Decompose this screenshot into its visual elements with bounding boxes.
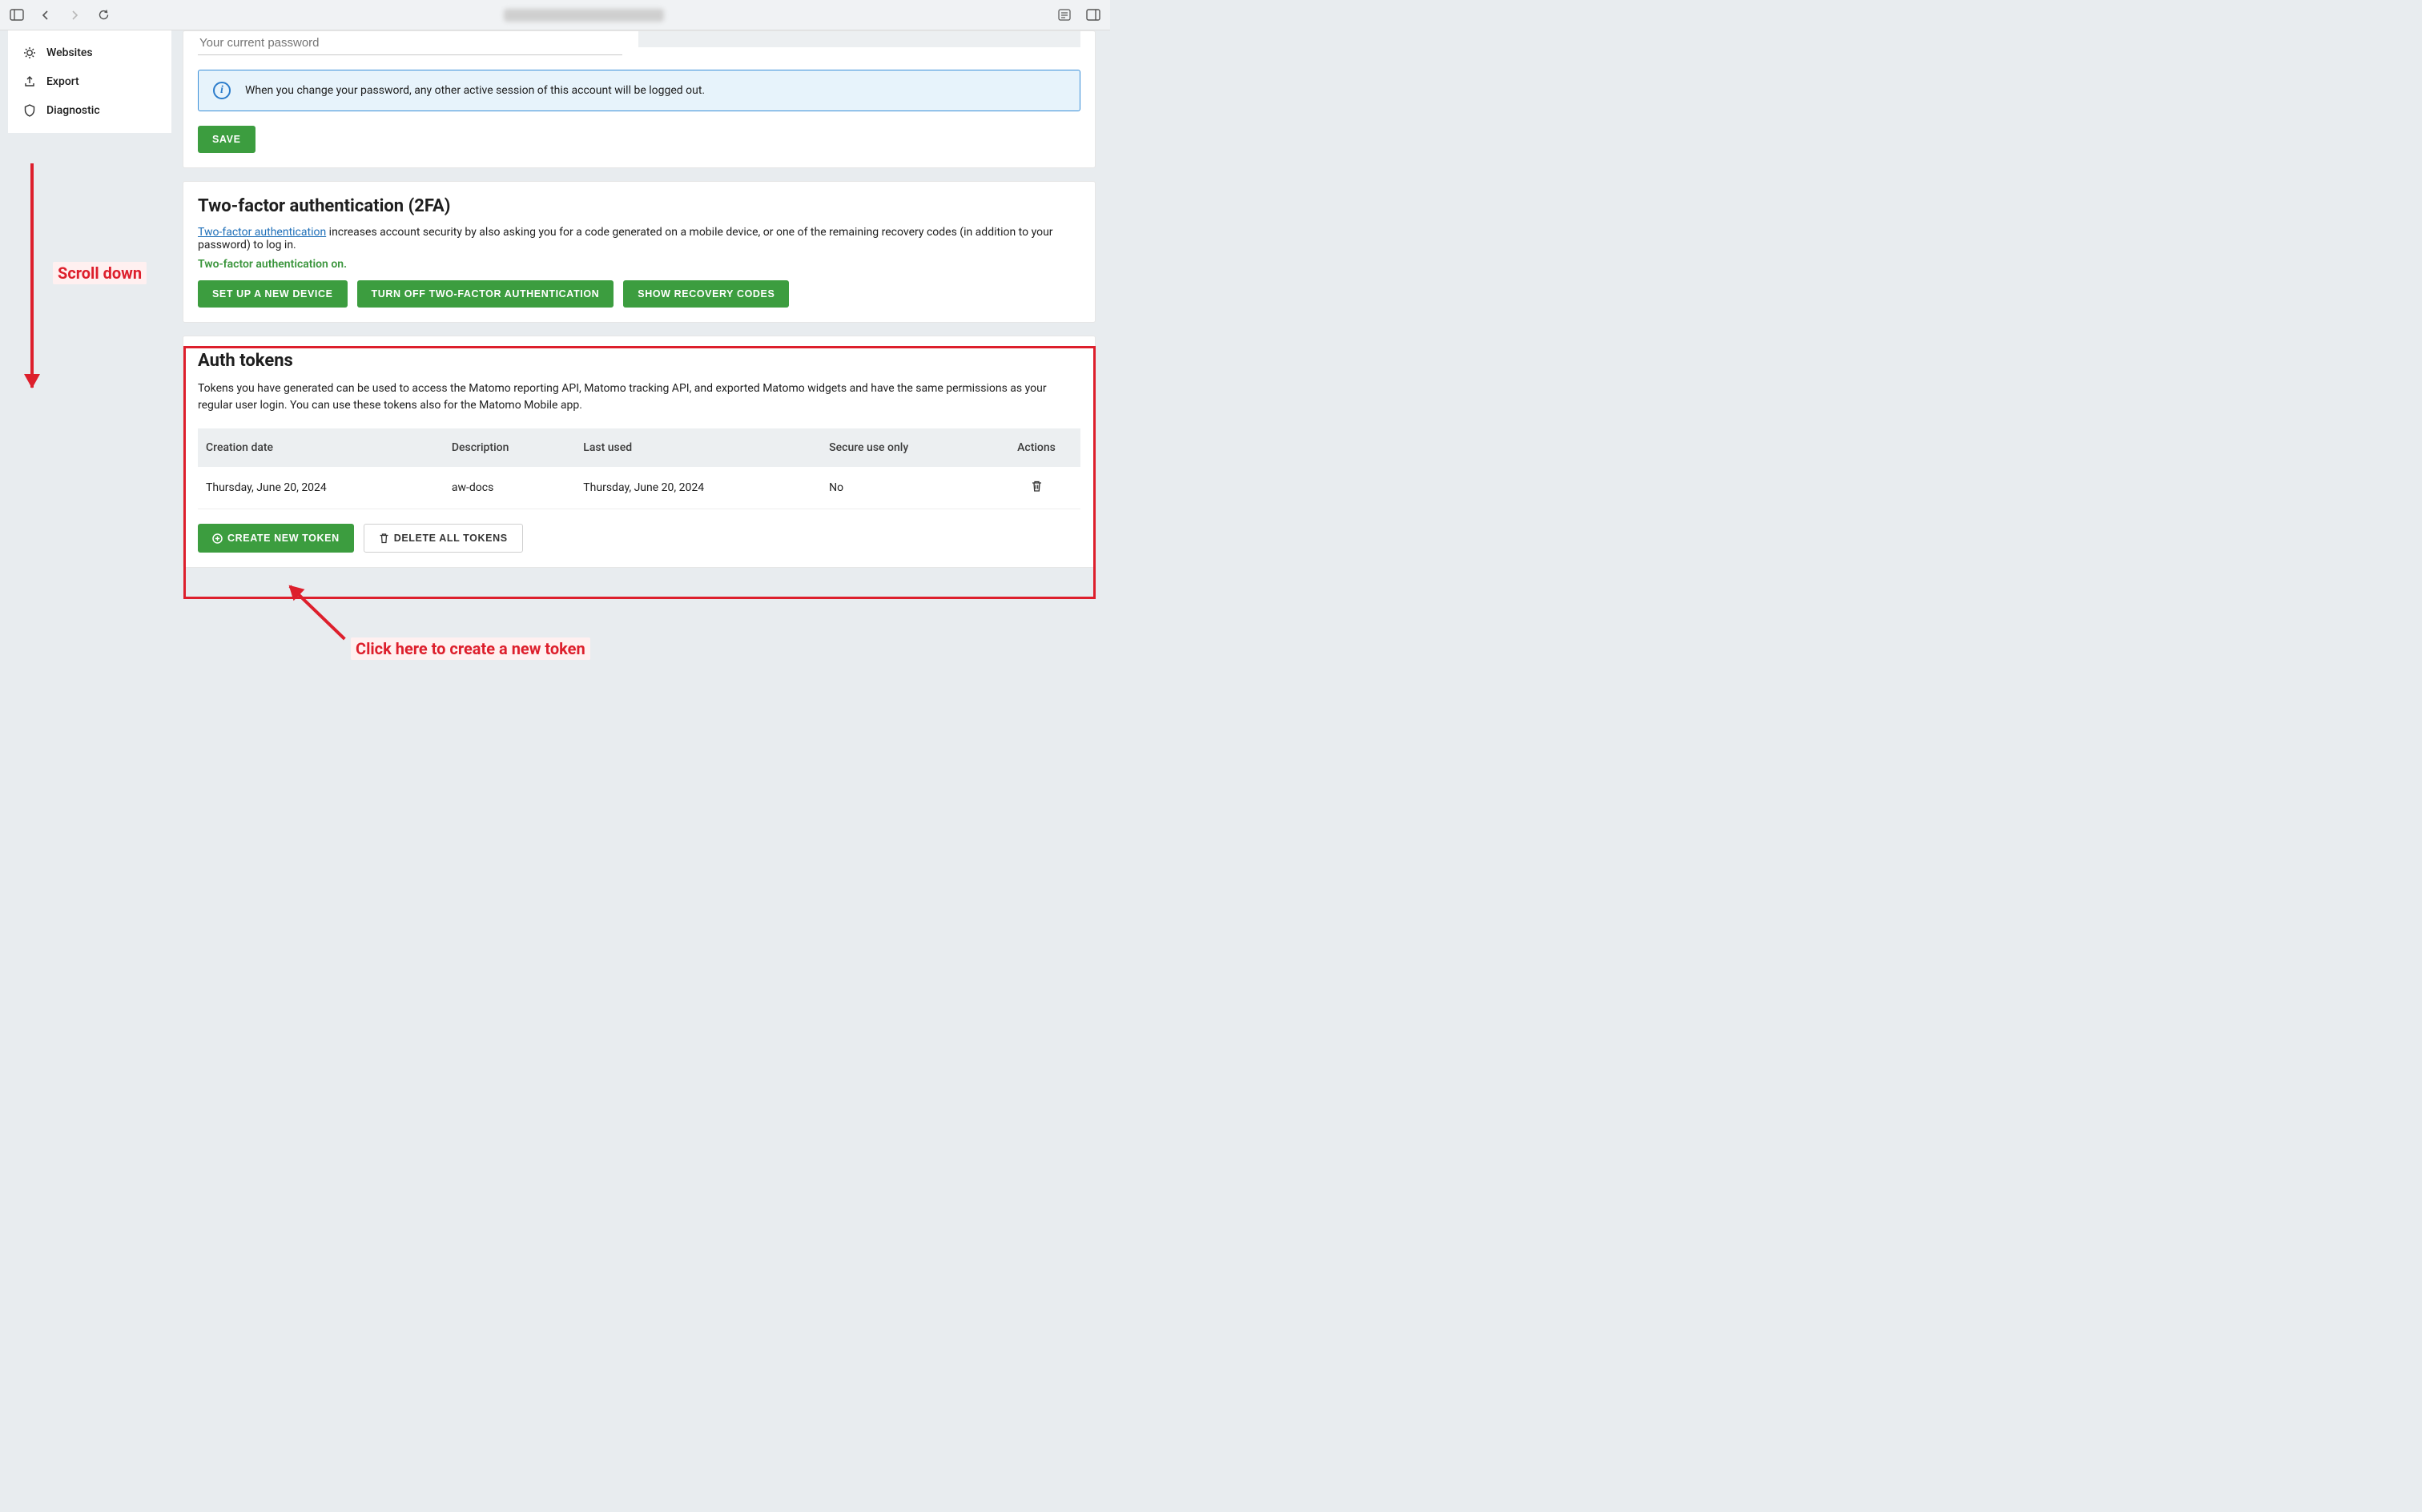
- delete-token-icon[interactable]: [1031, 480, 1043, 493]
- plus-circle-icon: [212, 533, 223, 544]
- info-icon: i: [213, 82, 231, 99]
- show-recovery-button[interactable]: SHOW RECOVERY CODES: [623, 280, 789, 308]
- cell-lastused: Thursday, June 20, 2024: [575, 467, 821, 509]
- turnoff-2fa-button[interactable]: TURN OFF TWO-FACTOR AUTHENTICATION: [357, 280, 614, 308]
- sidebar-item-label: Websites: [46, 46, 93, 59]
- trash-icon: [379, 533, 389, 544]
- sidebar-toggle-icon[interactable]: [8, 6, 26, 24]
- tokens-description: Tokens you have generated can be used to…: [198, 380, 1080, 414]
- twofa-status: Two-factor authentication on.: [198, 258, 1080, 271]
- reader-icon[interactable]: [1056, 6, 1073, 24]
- info-text: When you change your password, any other…: [245, 84, 705, 97]
- export-icon: [22, 74, 37, 89]
- back-icon[interactable]: [37, 6, 54, 24]
- password-info-banner: i When you change your password, any oth…: [198, 70, 1080, 111]
- diagnostic-icon: [22, 103, 37, 118]
- twofa-title: Two-factor authentication (2FA): [198, 196, 1080, 216]
- current-password-input[interactable]: [198, 31, 622, 55]
- sidebar-item-label: Export: [46, 75, 79, 88]
- delete-all-tokens-button[interactable]: DELETE ALL TOKENS: [364, 524, 523, 553]
- panels-icon[interactable]: [1084, 6, 1102, 24]
- sidebar-item-diagnostic[interactable]: Diagnostic: [8, 96, 171, 125]
- col-lastused: Last used: [575, 428, 821, 467]
- col-secure: Secure use only: [821, 428, 992, 467]
- forward-icon: [66, 6, 83, 24]
- sidebar: Websites Export Diagnostic: [8, 30, 171, 133]
- browser-toolbar: [0, 0, 1110, 30]
- sidebar-item-websites[interactable]: Websites: [8, 38, 171, 67]
- col-description: Description: [444, 428, 575, 467]
- annotation-scroll-down: Scroll down: [53, 262, 147, 284]
- col-creation: Creation date: [198, 428, 444, 467]
- websites-icon: [22, 46, 37, 60]
- annotation-arrow-down: [30, 163, 34, 388]
- auth-tokens-card: Auth tokens Tokens you have generated ca…: [183, 336, 1096, 568]
- cell-description: aw-docs: [444, 467, 575, 509]
- url-bar[interactable]: [504, 9, 664, 22]
- setup-device-button[interactable]: SET UP A NEW DEVICE: [198, 280, 348, 308]
- cell-creation: Thursday, June 20, 2024: [198, 467, 444, 509]
- reload-icon[interactable]: [95, 6, 112, 24]
- table-row: Thursday, June 20, 2024 aw-docs Thursday…: [198, 467, 1080, 509]
- create-token-button[interactable]: CREATE NEW TOKEN: [198, 524, 354, 553]
- sidebar-item-export[interactable]: Export: [8, 67, 171, 96]
- col-actions: Actions: [992, 428, 1080, 467]
- tokens-table: Creation date Description Last used Secu…: [198, 428, 1080, 509]
- main-content: i When you change your password, any oth…: [183, 30, 1096, 678]
- sidebar-item-label: Diagnostic: [46, 104, 100, 117]
- twofa-card: Two-factor authentication (2FA) Two-fact…: [183, 181, 1096, 323]
- cell-secure: No: [821, 467, 992, 509]
- password-card: i When you change your password, any oth…: [183, 30, 1096, 168]
- password-help-box: [638, 31, 1080, 47]
- save-button[interactable]: SAVE: [198, 126, 255, 153]
- twofa-description: Two-factor authentication increases acco…: [198, 226, 1080, 251]
- tokens-title: Auth tokens: [198, 351, 1080, 371]
- twofa-link[interactable]: Two-factor authentication: [198, 226, 326, 239]
